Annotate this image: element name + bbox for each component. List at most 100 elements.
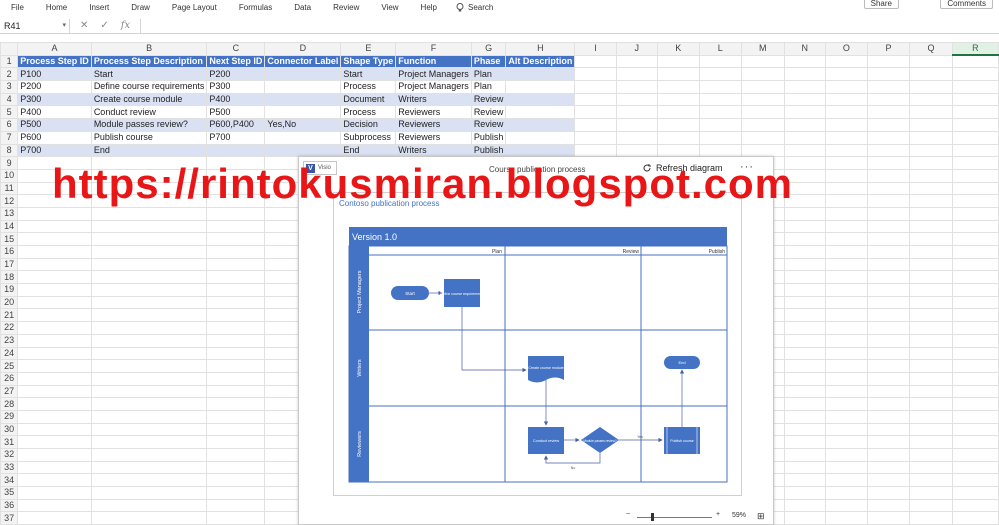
cell[interactable]: Plan <box>470 80 507 94</box>
cell[interactable] <box>909 448 953 462</box>
cell[interactable] <box>698 130 742 145</box>
cell[interactable] <box>206 143 266 158</box>
row-header[interactable]: 26 <box>0 371 19 386</box>
column-header-p[interactable]: P <box>866 42 911 56</box>
cell[interactable] <box>909 257 953 272</box>
cell[interactable] <box>909 321 953 335</box>
cell[interactable]: Publish course <box>90 130 208 145</box>
cell[interactable] <box>825 295 868 310</box>
cell[interactable]: P300 <box>206 80 266 94</box>
cell[interactable] <box>17 473 92 488</box>
cell[interactable] <box>825 257 868 272</box>
cell[interactable] <box>656 80 700 94</box>
cell[interactable] <box>866 92 911 107</box>
column-header-h[interactable]: H <box>505 42 576 56</box>
cell[interactable] <box>951 346 999 361</box>
cell[interactable] <box>866 80 911 94</box>
cell[interactable] <box>866 333 911 348</box>
cell[interactable]: End <box>90 143 208 158</box>
cell[interactable] <box>909 130 953 145</box>
cell[interactable]: Create course module <box>90 92 208 107</box>
cell[interactable] <box>783 359 827 373</box>
cell[interactable] <box>206 460 266 475</box>
row-header[interactable]: 31 <box>0 435 19 449</box>
cell[interactable] <box>951 460 999 475</box>
cell[interactable] <box>825 486 868 500</box>
row-header[interactable]: 3 <box>0 80 19 94</box>
cell[interactable] <box>825 181 868 196</box>
cell[interactable] <box>206 308 266 323</box>
cell[interactable] <box>740 80 785 94</box>
cell[interactable] <box>866 473 911 488</box>
cell[interactable] <box>17 283 92 297</box>
cell[interactable] <box>90 498 208 513</box>
cell[interactable] <box>698 105 742 120</box>
cell[interactable] <box>909 333 953 348</box>
cell[interactable] <box>909 92 953 107</box>
cell[interactable] <box>866 118 911 132</box>
row-header[interactable]: 25 <box>0 359 19 373</box>
row-header[interactable]: 36 <box>0 498 19 513</box>
row-header[interactable]: 1 <box>0 54 19 69</box>
cell[interactable] <box>951 245 999 259</box>
cell[interactable] <box>951 270 999 285</box>
cell[interactable] <box>909 105 953 120</box>
cell[interactable]: Plan <box>470 67 507 82</box>
name-box[interactable]: R41 ▾ <box>0 18 70 33</box>
cell[interactable] <box>866 67 911 82</box>
cell[interactable] <box>656 118 700 132</box>
cell[interactable] <box>698 92 742 107</box>
cell[interactable] <box>866 308 911 323</box>
cell[interactable] <box>951 54 999 69</box>
cell[interactable] <box>951 448 999 462</box>
cell[interactable] <box>909 384 953 399</box>
cell[interactable] <box>825 118 868 132</box>
tab-page-layout[interactable]: Page Layout <box>161 3 228 12</box>
cell[interactable] <box>825 245 868 259</box>
cell[interactable] <box>825 206 868 221</box>
tab-formulas[interactable]: Formulas <box>228 3 283 12</box>
cell[interactable] <box>206 359 266 373</box>
cell[interactable] <box>909 346 953 361</box>
cell[interactable] <box>866 486 911 500</box>
cell[interactable] <box>698 80 742 94</box>
cell[interactable] <box>909 54 953 69</box>
cell[interactable] <box>825 422 868 437</box>
cell[interactable] <box>783 232 827 246</box>
cell[interactable] <box>951 130 999 145</box>
cell[interactable] <box>17 295 92 310</box>
cell[interactable] <box>866 384 911 399</box>
select-all-corner[interactable] <box>0 42 19 56</box>
function-icon[interactable]: fx <box>121 20 130 31</box>
cell[interactable] <box>825 219 868 234</box>
cell[interactable]: P700 <box>206 130 266 145</box>
cell[interactable] <box>909 118 953 132</box>
cell[interactable] <box>951 143 999 158</box>
cell[interactable] <box>264 92 342 107</box>
cell[interactable] <box>656 54 700 69</box>
cell[interactable] <box>825 473 868 488</box>
cell[interactable] <box>783 105 827 120</box>
cell[interactable]: P500 <box>206 105 266 120</box>
cell[interactable] <box>206 498 266 513</box>
cell[interactable] <box>951 333 999 348</box>
cell[interactable] <box>656 92 700 107</box>
cell[interactable] <box>866 371 911 386</box>
cell[interactable] <box>909 498 953 513</box>
cell[interactable] <box>866 245 911 259</box>
cell[interactable] <box>783 118 827 132</box>
cell[interactable] <box>866 194 911 208</box>
cell[interactable] <box>825 270 868 285</box>
cell[interactable]: Reviewers <box>395 105 472 120</box>
cell[interactable] <box>866 219 911 234</box>
row-header[interactable]: 13 <box>0 206 19 221</box>
column-header-j[interactable]: J <box>615 42 658 56</box>
cell[interactable] <box>825 232 868 246</box>
column-header-b[interactable]: B <box>90 42 208 56</box>
cell[interactable] <box>951 511 999 525</box>
cell[interactable] <box>574 143 617 158</box>
cell[interactable] <box>866 511 911 525</box>
cell[interactable] <box>90 460 208 475</box>
cell[interactable] <box>740 105 785 120</box>
cell[interactable] <box>17 486 92 500</box>
